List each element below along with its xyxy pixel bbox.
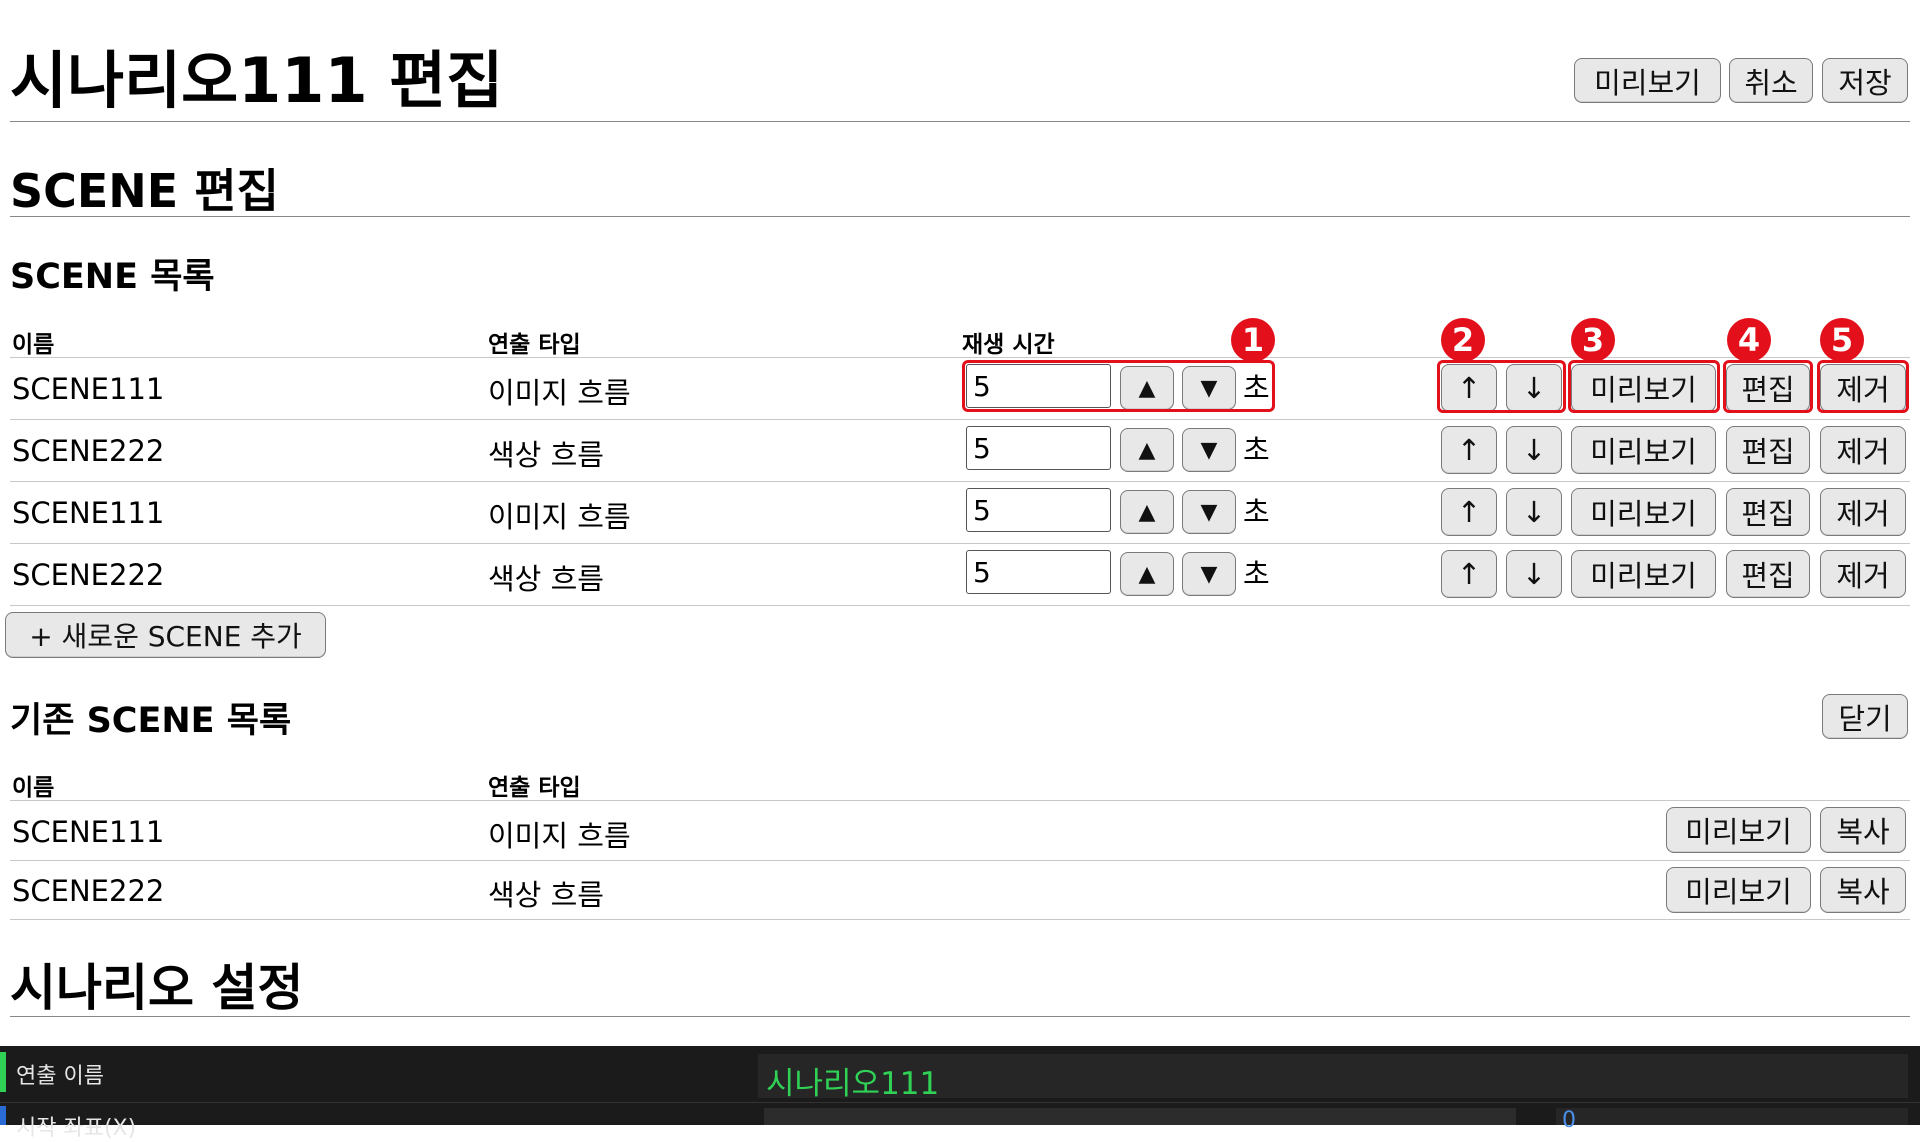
- duration-increment-button[interactable]: ▲: [1120, 428, 1174, 472]
- move-up-button[interactable]: ↑: [1441, 488, 1497, 536]
- annotation-badge-1: 1: [1231, 318, 1275, 362]
- scene-type: 이미지 흐름: [488, 819, 631, 853]
- scene-edit-button[interactable]: 편집: [1726, 550, 1810, 598]
- scene-name: SCENE111: [12, 496, 165, 530]
- column-header-type: 연출 타입: [488, 332, 581, 358]
- duration-decrement-button[interactable]: ▼: [1182, 490, 1236, 534]
- duration-increment-button[interactable]: ▲: [1120, 490, 1174, 534]
- divider: [10, 800, 1910, 801]
- cancel-button[interactable]: 취소: [1729, 58, 1813, 103]
- scene-name: SCENE222: [12, 434, 165, 468]
- edit-highlight-box: [1723, 360, 1813, 413]
- scene-remove-button[interactable]: 제거: [1820, 426, 1906, 474]
- annotation-badge-2: 2: [1441, 318, 1485, 362]
- divider: [0, 1102, 1920, 1103]
- accent-bar: [0, 1106, 6, 1125]
- move-down-button[interactable]: ↓: [1506, 550, 1562, 598]
- scene-name: SCENE222: [12, 874, 165, 908]
- annotation-badge-3: 3: [1571, 318, 1615, 362]
- field-label-scenario-name: 연출 이름: [16, 1064, 104, 1089]
- scenario-name-field[interactable]: 시나리오111: [758, 1054, 1908, 1102]
- move-up-button[interactable]: ↑: [1441, 550, 1497, 598]
- annotation-badge-5: 5: [1820, 318, 1864, 362]
- existing-preview-button[interactable]: 미리보기: [1666, 867, 1811, 913]
- section-heading-scene-edit: SCENE 편집: [10, 164, 279, 218]
- preview-button[interactable]: 미리보기: [1574, 58, 1721, 103]
- divider: [10, 216, 1910, 217]
- scene-type: 색상 흐름: [488, 878, 604, 912]
- save-button[interactable]: 저장: [1822, 58, 1908, 103]
- field-label-start-x: 시작 좌표(X): [16, 1116, 137, 1141]
- scene-preview-button[interactable]: 미리보기: [1571, 426, 1716, 474]
- scene-edit-button[interactable]: 편집: [1726, 426, 1810, 474]
- divider: [10, 357, 1910, 358]
- copy-button[interactable]: 복사: [1820, 867, 1906, 913]
- close-button[interactable]: 닫기: [1822, 694, 1908, 739]
- scene-type: 이미지 흐름: [488, 376, 631, 410]
- column-header-name: 이름: [12, 775, 55, 801]
- accent-bar: [0, 1052, 6, 1092]
- divider: [10, 543, 1910, 544]
- duration-input[interactable]: 5: [966, 426, 1111, 470]
- scene-name: SCENE222: [12, 558, 165, 592]
- scene-preview-button[interactable]: 미리보기: [1571, 550, 1716, 598]
- duration-unit: 초: [1243, 495, 1270, 529]
- scene-name: SCENE111: [12, 815, 165, 849]
- add-scene-button[interactable]: + 새로운 SCENE 추가: [5, 612, 326, 658]
- divider: [10, 605, 1910, 606]
- scene-name: SCENE111: [12, 372, 165, 406]
- column-header-duration: 재생 시간: [962, 332, 1055, 358]
- divider: [10, 1016, 1910, 1017]
- move-down-button[interactable]: ↓: [1506, 488, 1562, 536]
- duration-highlight-box: [962, 360, 1275, 412]
- duration-decrement-button[interactable]: ▼: [1182, 552, 1236, 596]
- settings-heading: 시나리오 설정: [10, 959, 304, 1017]
- duration-decrement-button[interactable]: ▼: [1182, 428, 1236, 472]
- scene-remove-button[interactable]: 제거: [1820, 550, 1906, 598]
- divider: [10, 860, 1910, 861]
- page-title: 시나리오111 편집: [10, 44, 504, 117]
- duration-increment-button[interactable]: ▲: [1120, 552, 1174, 596]
- divider: [10, 919, 1910, 920]
- copy-button[interactable]: 복사: [1820, 807, 1906, 853]
- scene-type: 이미지 흐름: [488, 500, 631, 534]
- scene-edit-button[interactable]: 편집: [1726, 488, 1810, 536]
- duration-input[interactable]: 5: [966, 550, 1111, 594]
- duration-unit: 초: [1243, 433, 1270, 467]
- move-down-button[interactable]: ↓: [1506, 426, 1562, 474]
- column-header-type: 연출 타입: [488, 775, 581, 801]
- scene-type: 색상 흐름: [488, 562, 604, 596]
- scene-type: 색상 흐름: [488, 438, 604, 472]
- settings-panel: 연출 이름 시나리오111 시작 좌표(X) 0: [0, 1046, 1920, 1141]
- preview-highlight-box: [1568, 360, 1720, 413]
- divider: [10, 481, 1910, 482]
- scene-list-heading: SCENE 목록: [10, 257, 215, 297]
- start-x-input[interactable]: 0: [1556, 1108, 1908, 1133]
- scenario-name-value: 시나리오111: [766, 1066, 940, 1102]
- duration-unit: 초: [1243, 557, 1270, 591]
- existing-scene-heading: 기존 SCENE 목록: [10, 701, 292, 741]
- remove-highlight-box: [1817, 360, 1909, 413]
- scene-remove-button[interactable]: 제거: [1820, 488, 1906, 536]
- divider: [10, 121, 1910, 122]
- divider: [10, 419, 1910, 420]
- duration-input[interactable]: 5: [966, 488, 1111, 532]
- column-header-name: 이름: [12, 332, 55, 358]
- scene-preview-button[interactable]: 미리보기: [1571, 488, 1716, 536]
- existing-preview-button[interactable]: 미리보기: [1666, 807, 1811, 853]
- start-x-slider[interactable]: [764, 1108, 1516, 1125]
- reorder-highlight-box: [1437, 360, 1566, 413]
- move-up-button[interactable]: ↑: [1441, 426, 1497, 474]
- annotation-badge-4: 4: [1727, 318, 1771, 362]
